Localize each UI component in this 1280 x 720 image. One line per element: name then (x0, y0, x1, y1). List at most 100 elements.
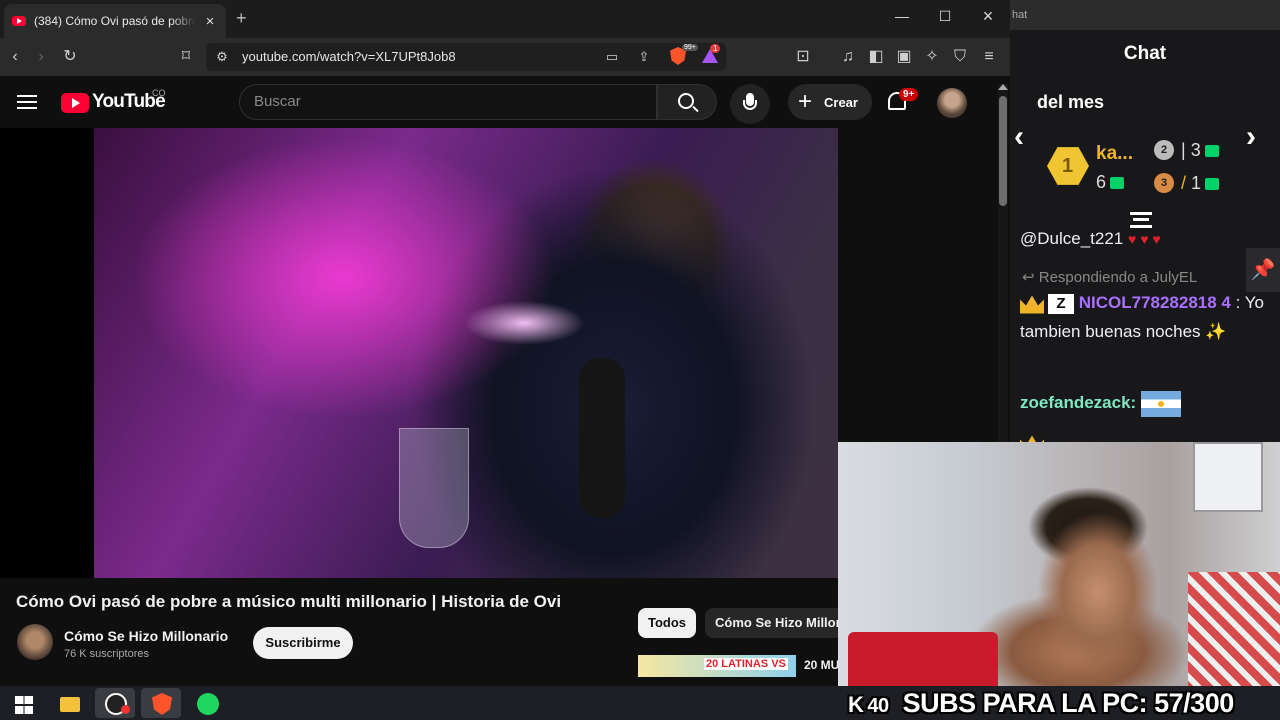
reply-icon: ↩ (1022, 269, 1035, 286)
menu-icon[interactable]: ≡ (979, 47, 999, 67)
voice-search-button[interactable] (730, 84, 770, 124)
new-tab-button[interactable]: + (236, 8, 247, 29)
guide-menu-icon[interactable] (17, 95, 37, 109)
channel-subscribers: 76 K suscriptores (64, 648, 149, 660)
reload-icon[interactable]: ↻ (60, 47, 80, 67)
youtube-header: YouTube CO + Crear 9+ (0, 76, 1000, 128)
spotify-button[interactable] (187, 688, 227, 718)
gaming-chair (1188, 572, 1280, 692)
country-code: CO (152, 88, 166, 98)
video-frame (94, 128, 838, 578)
chip-channel[interactable]: Cómo Se Hizo Millonario (705, 608, 845, 638)
search-button[interactable] (657, 84, 717, 120)
start-button[interactable] (2, 688, 42, 718)
channel-avatar[interactable] (17, 624, 53, 660)
share-icon[interactable]: ⇪ (634, 47, 654, 67)
top-gifter-name[interactable]: ka... (1096, 143, 1133, 165)
address-bar[interactable]: ⚙ youtube.com/watch?v=XL7UPt8Job8 ▭ ⇪ (206, 43, 726, 71)
chat-header: Chat (1123, 43, 1167, 64)
channel-name[interactable]: Cómo Se Hizo Millonario (64, 628, 228, 644)
leaderboard-prev-icon[interactable]: ‹ (1014, 120, 1024, 154)
back-icon[interactable]: ‹ (5, 47, 25, 67)
rank-2-gifts: 3 (1190, 140, 1201, 160)
recommended-thumbnail[interactable]: 20 LATINAS VS (638, 655, 796, 677)
rank-2-badge-icon: 2 (1154, 140, 1174, 160)
video-player[interactable] (0, 128, 838, 578)
tab-youtube[interactable]: (384) Cómo Ovi pasó de pobre a músico mu… (4, 4, 226, 38)
chat-message-1: Z NICOL778282818 4 : Yo tambien buenas n… (1020, 288, 1265, 346)
close-window-button[interactable]: × (978, 6, 998, 27)
gift-icon (1205, 178, 1220, 191)
cast-icon[interactable]: ▭ (602, 47, 622, 67)
tab-strip: (384) Cómo Ovi pasó de pobre a músico mu… (0, 0, 1010, 38)
site-settings-icon[interactable]: ⚙ (212, 47, 232, 67)
youtube-favicon-icon (12, 16, 26, 26)
rank-3-entry: / 1 (1181, 173, 1220, 194)
wallet-icon[interactable]: ▣ (894, 47, 914, 67)
gift-icon (1110, 177, 1125, 190)
water-glass (399, 428, 469, 548)
folder-icon (60, 697, 80, 712)
crown-badge-icon (1020, 435, 1044, 442)
maximize-button[interactable]: ☐ (935, 8, 955, 25)
brave-icon (152, 693, 172, 715)
subs-goal-overlay: K 40 SUBS PARA LA PC: 57/300 (848, 688, 1234, 719)
brave-button[interactable] (141, 688, 181, 718)
forward-icon[interactable]: › (31, 47, 51, 67)
chat-username-1[interactable]: NICOL778282818 4 (1079, 293, 1231, 312)
url-text: youtube.com/watch?v=XL7UPt8Job8 (242, 49, 456, 64)
sidebar-icon[interactable]: ◧ (866, 47, 886, 67)
youtube-logo-icon[interactable] (61, 93, 89, 113)
scroll-up-icon[interactable] (998, 84, 1008, 90)
leaderboard-next-icon[interactable]: › (1246, 120, 1256, 154)
rank-3-badge-icon: 3 (1154, 173, 1174, 193)
obs-button[interactable] (95, 688, 135, 718)
recording-dot-icon (121, 705, 130, 714)
argentina-flag-icon (1140, 390, 1181, 417)
plus-icon: + (798, 88, 813, 115)
minimize-button[interactable]: — (892, 8, 912, 24)
rank-2-entry: | 3 (1181, 140, 1219, 161)
sidebar-tab-icon[interactable]: ⊡ (793, 47, 813, 67)
chat-message-3-partial (1020, 428, 1265, 442)
notifications-badge: 9+ (899, 88, 919, 101)
search-input[interactable] (254, 93, 634, 110)
rank-3-gifts: 1 (1191, 173, 1202, 193)
close-tab-icon[interactable]: × (202, 13, 218, 30)
scrollbar-thumb[interactable] (999, 96, 1007, 206)
subscribe-button[interactable]: Suscribirme (253, 627, 353, 659)
browser-toolbar: ‹ › ↻ ⌑ ⚙ youtube.com/watch?v=XL7UPt8Job… (0, 38, 1010, 76)
bookmark-icon[interactable]: ⌑ (176, 47, 196, 67)
chat-username-2[interactable]: zoefandezack: (1020, 393, 1136, 412)
file-explorer-button[interactable] (49, 688, 89, 718)
reply-text: Respondiendo a JulyEL (1038, 269, 1198, 286)
search-icon (678, 93, 694, 109)
leaderboard-title: del mes (1037, 92, 1105, 112)
mention-text[interactable]: @Dulce_t221 (1020, 229, 1123, 248)
top-gifter-count: 6 (1096, 172, 1125, 193)
create-label: Crear (824, 95, 858, 110)
chip-all[interactable]: Todos (638, 608, 697, 638)
chat-message-mention: @Dulce_t221 ♥ ♥ ♥ (1020, 224, 1265, 254)
pin-icon[interactable]: 📌 (1246, 248, 1280, 292)
account-avatar[interactable] (937, 88, 967, 118)
chat-window-title: hat (1010, 0, 1280, 30)
tab-title: (384) Cómo Ovi pasó de pobre a músico mu… (34, 14, 196, 28)
brave-shields-badge: 99+ (682, 44, 698, 51)
recommended-title[interactable]: 20 MU (804, 658, 839, 672)
rank-3-slash: / (1181, 173, 1187, 193)
z-badge-icon: Z (1048, 293, 1074, 314)
kick-icon: K (848, 692, 864, 717)
crown-badge-icon (1020, 295, 1044, 314)
webcam-overlay (838, 442, 1280, 720)
leo-ai-icon[interactable]: ✧ (922, 47, 942, 67)
create-button[interactable]: + Crear (788, 84, 872, 120)
chat-message-2: zoefandezack: (1020, 388, 1265, 417)
reply-indicator[interactable]: ↩ Respondiendo a JulyEL (1022, 268, 1197, 286)
vpn-icon[interactable]: ⛉ (950, 47, 970, 67)
kick-count: 40 (867, 695, 889, 717)
search-box[interactable] (239, 84, 657, 120)
music-icon[interactable]: ♫ (838, 47, 858, 67)
subs-goal-text: SUBS PARA LA PC: 57/300 (902, 688, 1235, 718)
podcast-microphone (579, 358, 625, 518)
